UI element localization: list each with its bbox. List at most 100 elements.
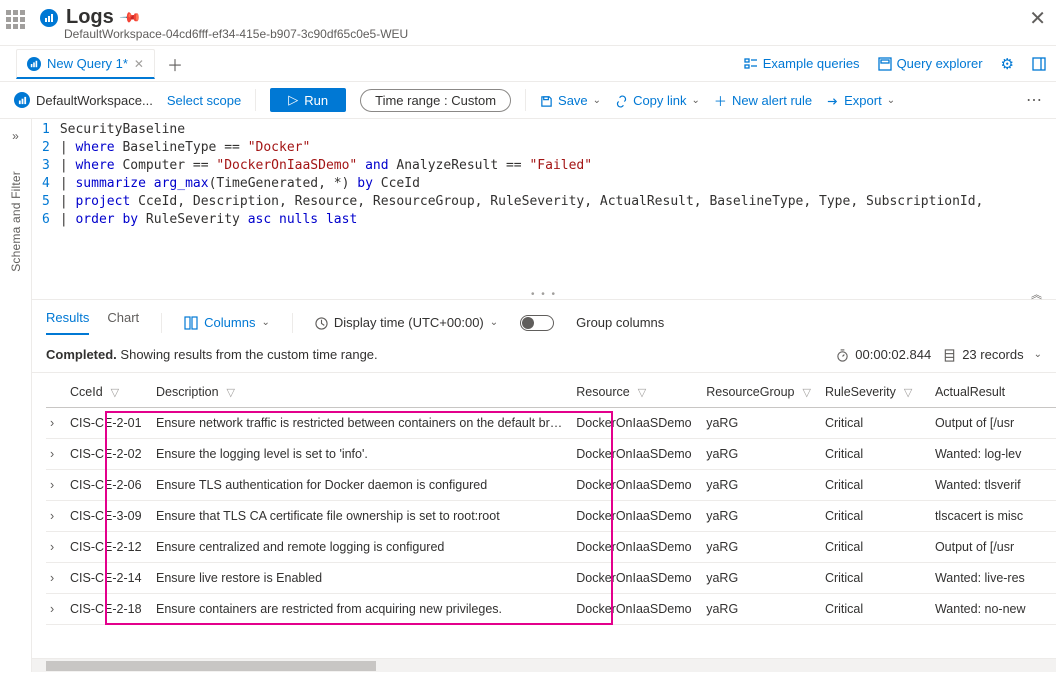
run-button[interactable]: ▷ Run [270,88,346,112]
cell-description: Ensure centralized and remote logging is… [152,532,572,563]
elapsed-time: 00:00:02.844 [836,347,931,362]
gear-icon[interactable]: ⚙ [1001,55,1014,73]
cell-severity: Critical [821,563,931,594]
cell-cceid: CIS-CE-2-18 [66,594,152,625]
export-icon [826,92,839,107]
expand-rail-icon[interactable]: » [12,129,19,143]
cell-actualresult: Wanted: no-new [931,594,1056,625]
time-range-selector[interactable]: Time range : Custom [360,89,511,112]
expand-row-icon[interactable]: › [50,478,54,492]
columns-icon [184,315,198,331]
explorer-icon [878,56,892,72]
panel-icon[interactable] [1032,55,1046,72]
cell-cceid: CIS-CE-2-01 [66,408,152,439]
cell-actualresult: Wanted: live-res [931,563,1056,594]
expand-row-icon[interactable]: › [50,509,54,523]
cell-resourcegroup: yaRG [702,439,821,470]
page-title: Logs [66,6,114,29]
breadcrumb[interactable]: DefaultWorkspace-04cd6fff-ef34-415e-b907… [64,27,1029,41]
add-tab-button[interactable]: ＋ [167,52,183,76]
cell-cceid: CIS-CE-3-09 [66,501,152,532]
cell-actualresult: Wanted: log-lev [931,439,1056,470]
new-alert-button[interactable]: ＋ New alert rule [714,91,812,110]
cell-resourcegroup: yaRG [702,408,821,439]
schema-filter-tab[interactable]: Schema and Filter [9,171,23,272]
group-columns-toggle[interactable] [520,315,554,331]
cell-description: Ensure TLS authentication for Docker dae… [152,470,572,501]
close-icon[interactable]: ✕ [1029,6,1046,31]
tab-new-query[interactable]: New Query 1* ✕ [16,49,155,79]
columns-button[interactable]: Columns ⌄ [184,315,270,331]
results-table: CceId▽ Description▽ Resource▽ ResourceGr… [46,373,1056,625]
expand-row-icon[interactable]: › [50,416,54,430]
table-row[interactable]: › CIS-CE-2-14Ensure live restore is Enabl… [46,563,1056,594]
filter-icon[interactable]: ▽ [638,386,646,399]
filter-icon[interactable]: ▽ [904,386,912,399]
filter-icon[interactable]: ▽ [227,386,235,399]
copy-link-button[interactable]: Copy link ⌄ [615,92,700,107]
cell-resource: DockerOnIaaSDemo [572,563,702,594]
horizontal-scrollbar[interactable] [32,658,1056,672]
table-row[interactable]: › CIS-CE-2-12Ensure centralized and remot… [46,532,1056,563]
play-icon: ▷ [288,92,298,108]
display-time-button[interactable]: Display time (UTC+00:00) ⌄ [315,315,498,330]
more-icon[interactable]: ⋯ [1026,90,1042,110]
cell-cceid: CIS-CE-2-12 [66,532,152,563]
query-editor[interactable]: 123456 SecurityBaseline| where BaselineT… [32,119,1056,229]
cell-description: Ensure that TLS CA certificate file owne… [152,501,572,532]
splitter-handle[interactable]: • • • ︽ [32,289,1056,299]
divider [161,313,162,333]
export-button[interactable]: Export ⌄ [826,92,895,107]
filter-icon[interactable]: ▽ [111,386,119,399]
cell-description: Ensure the logging level is set to 'info… [152,439,572,470]
expand-row-icon[interactable]: › [50,540,54,554]
link-icon [615,92,628,107]
expand-row-icon[interactable]: › [50,602,54,616]
table-row[interactable]: › CIS-CE-2-18Ensure containers are restri… [46,594,1056,625]
filter-icon[interactable]: ▽ [802,386,810,399]
table-row[interactable]: ›CIS-CE-2-01Ensure network traffic is re… [46,408,1056,439]
records-icon [943,347,956,362]
divider [255,89,256,111]
collapse-up-icon[interactable]: ︽ [1031,286,1042,302]
drag-dots-icon: • • • [531,289,557,300]
save-button[interactable]: Save ⌄ [540,92,601,107]
logs-icon [40,9,58,27]
cell-actualresult: tlscacert is misc [931,501,1056,532]
query-explorer-button[interactable]: Query explorer [878,56,983,72]
table-row[interactable]: › CIS-CE-2-06Ensure TLS authentication fo… [46,470,1056,501]
cell-severity: Critical [821,501,931,532]
cell-description: Ensure live restore is Enabled [152,563,572,594]
cell-resource: DockerOnIaaSDemo [572,501,702,532]
list-icon [744,56,758,72]
cell-resource: DockerOnIaaSDemo [572,470,702,501]
tab-close-icon[interactable]: ✕ [134,57,144,71]
cell-resourcegroup: yaRG [702,501,821,532]
code-area[interactable]: SecurityBaseline| where BaselineType == … [60,121,1056,229]
cell-severity: Critical [821,594,931,625]
expand-row-icon[interactable]: › [50,571,54,585]
cell-severity: Critical [821,470,931,501]
example-queries-button[interactable]: Example queries [744,56,860,72]
divider [292,313,293,333]
select-scope-link[interactable]: Select scope [167,93,241,108]
stopwatch-icon [836,347,849,362]
app-launcher-icon[interactable] [6,10,32,36]
cell-resource: DockerOnIaaSDemo [572,594,702,625]
logs-icon [27,57,41,71]
cell-cceid: CIS-CE-2-06 [66,470,152,501]
table-row[interactable]: › CIS-CE-3-09Ensure that TLS CA certifica… [46,501,1056,532]
tab-results[interactable]: Results [46,310,89,335]
cell-actualresult: Wanted: tlsverif [931,470,1056,501]
table-row[interactable]: › CIS-CE-2-02Ensure the logging level is … [46,439,1056,470]
record-count[interactable]: 23 records ⌄ [943,347,1042,362]
table-header-row: CceId▽ Description▽ Resource▽ ResourceGr… [46,373,1056,408]
cell-cceid: CIS-CE-2-02 [66,439,152,470]
chevron-down-icon: ⌄ [692,95,700,106]
tab-chart[interactable]: Chart [107,310,139,335]
expand-row-icon[interactable]: › [50,447,54,461]
scope-selector[interactable]: DefaultWorkspace... [14,92,153,108]
chevron-down-icon: ⌄ [593,95,601,106]
cell-cceid: CIS-CE-2-14 [66,563,152,594]
cell-description: Ensure containers are restricted from ac… [152,594,572,625]
